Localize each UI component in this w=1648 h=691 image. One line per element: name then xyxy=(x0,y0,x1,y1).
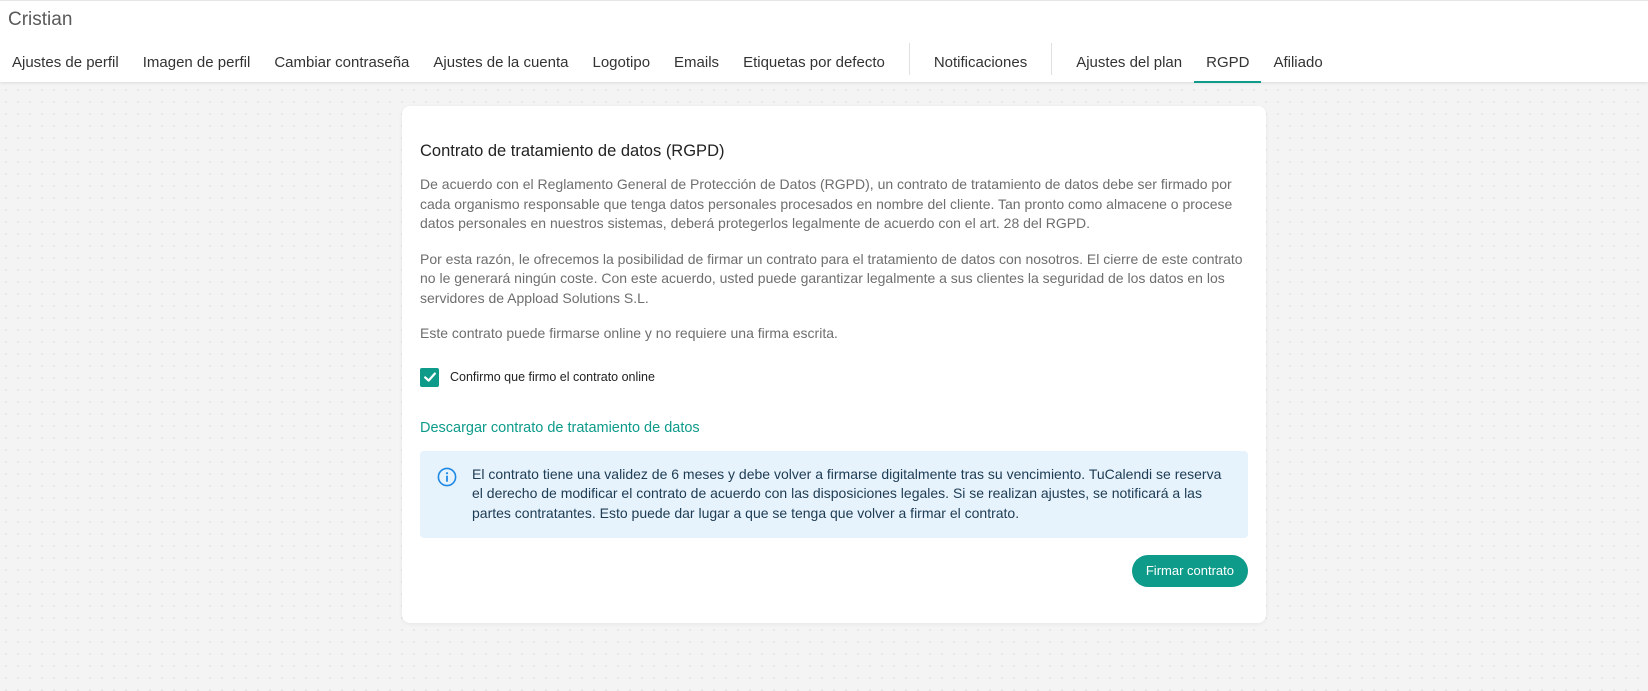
confirm-label: Confirmo que firmo el contrato online xyxy=(450,370,655,384)
download-contract-link[interactable]: Descargar contrato de tratamiento de dat… xyxy=(420,420,700,436)
settings-tabs: Ajustes de perfil Imagen de perfil Cambi… xyxy=(0,41,1335,83)
info-box: El contrato tiene una validez de 6 meses… xyxy=(420,450,1248,538)
tab-logo[interactable]: Logotipo xyxy=(580,41,662,83)
check-icon xyxy=(423,372,436,382)
tab-notifications[interactable]: Notificaciones xyxy=(922,41,1039,83)
tab-default-labels[interactable]: Etiquetas por defecto xyxy=(731,41,897,83)
gdpr-paragraph-3: Este contrato puede firmarse online y no… xyxy=(420,325,838,341)
gdpr-paragraph-2: Por esta razón, le ofrecemos la posibili… xyxy=(420,250,1243,306)
info-circle-icon xyxy=(437,467,457,486)
tab-account-settings[interactable]: Ajustes de la cuenta xyxy=(421,41,580,83)
tab-plan-settings[interactable]: Ajustes del plan xyxy=(1064,41,1194,83)
tab-profile-image[interactable]: Imagen de perfil xyxy=(131,41,263,83)
info-text: El contrato tiene una validez de 6 meses… xyxy=(472,465,1222,521)
confirm-checkbox[interactable] xyxy=(420,367,439,387)
tab-change-password[interactable]: Cambiar contraseña xyxy=(262,41,421,83)
top-header: Cristian Ajustes de perfil Imagen de per… xyxy=(0,0,1648,83)
tab-affiliate[interactable]: Afiliado xyxy=(1261,41,1334,83)
tab-divider xyxy=(1051,43,1053,75)
tab-profile-settings[interactable]: Ajustes de perfil xyxy=(0,41,131,83)
user-name: Cristian xyxy=(8,9,73,30)
tab-gdpr[interactable]: RGPD xyxy=(1194,41,1262,83)
gdpr-paragraph-1: De acuerdo con el Reglamento General de … xyxy=(420,176,1233,231)
sign-contract-button[interactable]: Firmar contrato xyxy=(1131,554,1248,587)
confirm-row: Confirmo que firmo el contrato online xyxy=(420,367,1248,387)
button-row: Firmar contrato xyxy=(420,554,1248,587)
tab-emails[interactable]: Emails xyxy=(662,41,731,83)
card-title: Contrato de tratamiento de datos (RGPD) xyxy=(420,142,725,160)
tab-divider xyxy=(908,43,910,75)
gdpr-card: Contrato de tratamiento de datos (RGPD) … xyxy=(402,106,1266,623)
